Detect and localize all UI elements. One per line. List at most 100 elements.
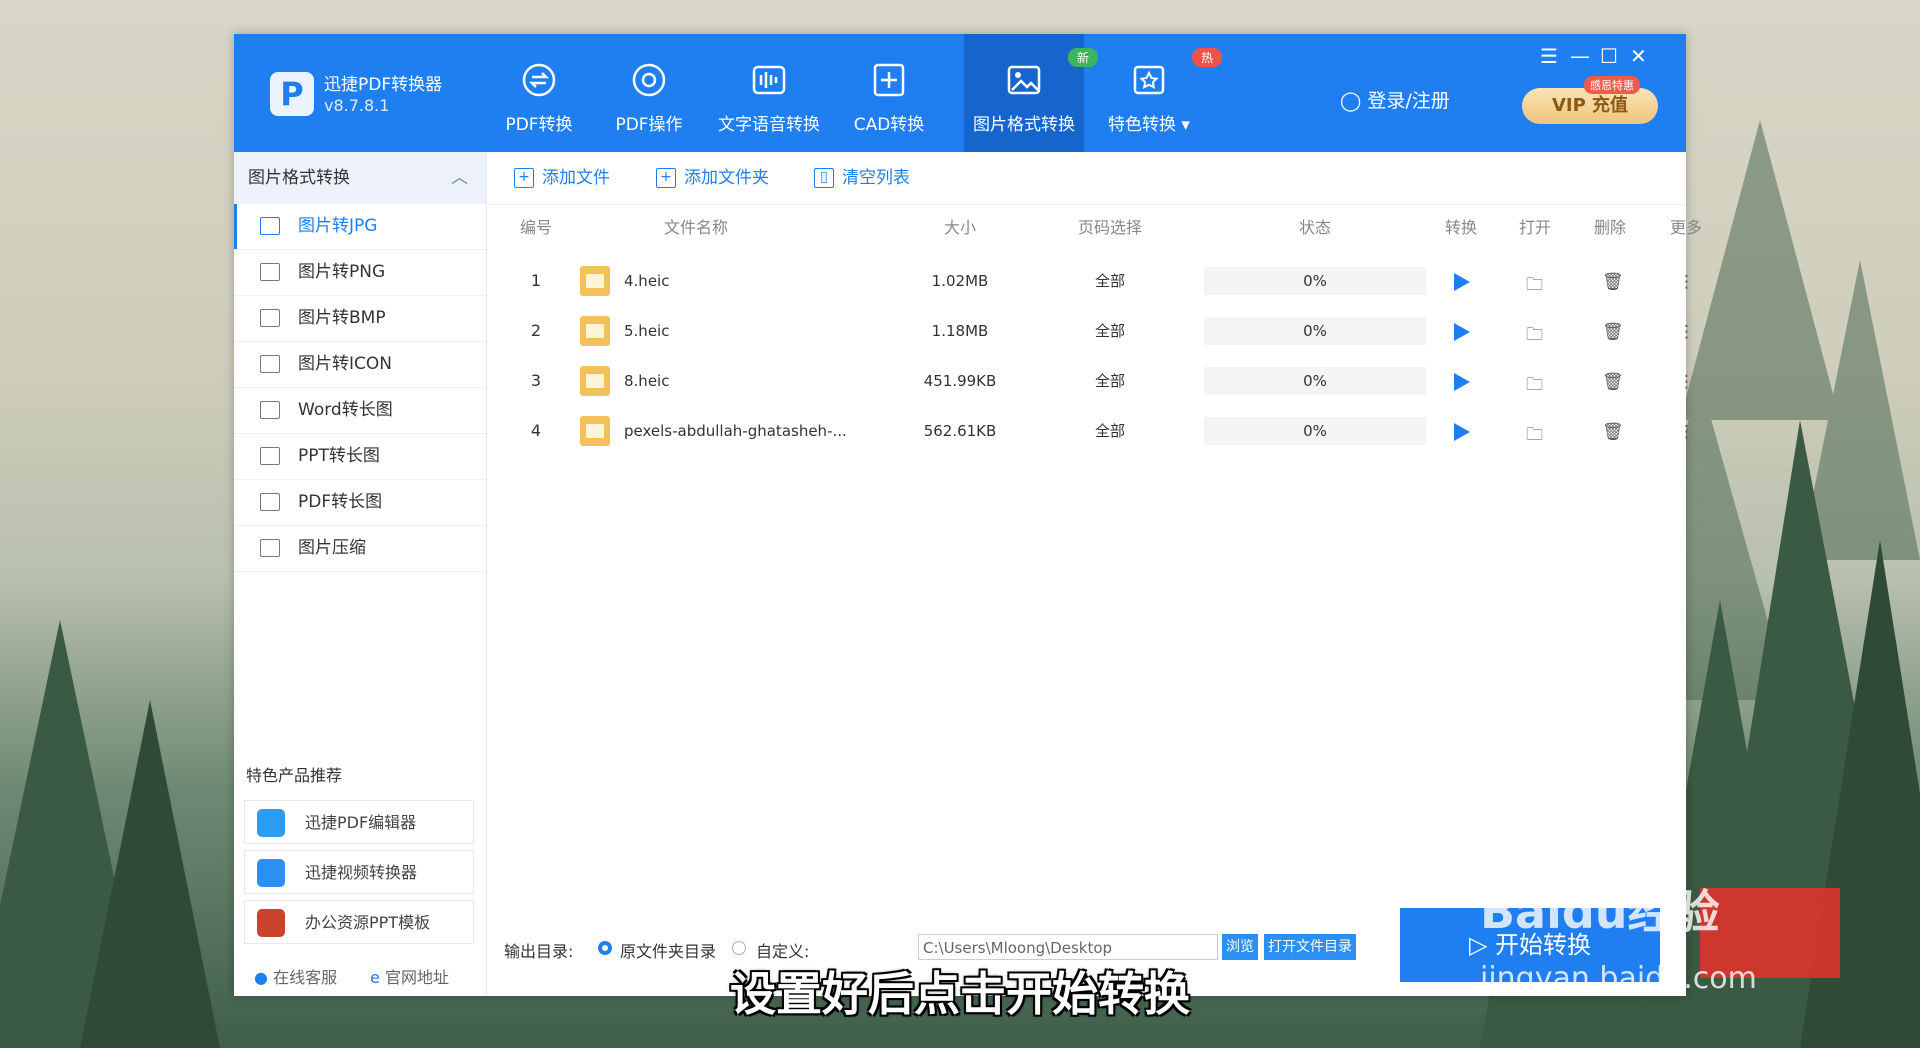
sidebar-item-label: 图片转JPG [298,216,378,236]
sidebar-item-image-to-png[interactable]: 图片转PNG [234,250,486,296]
add-folder-button[interactable]: + 添加文件夹 [656,152,769,204]
promo-title: 特色产品推荐 [246,766,343,785]
play-convert-icon[interactable] [1454,273,1470,291]
more-icon[interactable]: ⋮ [1678,372,1695,392]
row-page-select[interactable]: 全部 [1050,406,1170,456]
table-row[interactable]: 2 5.heic 1.18MB 全部 0% 🗀 🗑 ⋮ [486,306,1695,356]
menu-icon[interactable]: ☰ [1540,44,1558,68]
open-directory-button[interactable]: 打开文件目录 [1264,934,1356,960]
delete-icon[interactable]: 🗑 [1602,272,1624,292]
nav-pdf-operate[interactable]: PDF操作 [594,34,704,152]
play-convert-icon[interactable] [1454,423,1470,441]
folder-open-icon[interactable]: 🗀 [1526,322,1543,351]
sidebar-title: 图片格式转换 [248,168,350,188]
row-page-select[interactable]: 全部 [1050,356,1170,406]
sidebar-item-image-compress[interactable]: 图片压缩 [234,526,486,572]
folder-open-icon[interactable]: 🗀 [1526,272,1543,301]
nav-voice-convert[interactable]: 文字语音转换 [704,34,834,152]
sidebar: 图片格式转换 ︿ 图片转JPG 图片转PNG 图片转BMP 图片转ICON Wor… [234,152,487,996]
table-row[interactable]: 3 8.heic 451.99KB 全部 0% 🗀 🗑 ⋮ [486,356,1695,406]
video-subtitle: 设置好后点击开始转换 [730,967,1190,1021]
sidebar-item-label: PDF转长图 [298,492,383,512]
more-icon[interactable]: ⋮ [1678,322,1695,342]
sidebar-header[interactable]: 图片格式转换 ︿ [234,152,486,204]
minimize-icon[interactable]: — [1570,44,1590,68]
row-page-select[interactable]: 全部 [1050,256,1170,306]
row-filename: pexels-abdullah-ghatasheh-... [624,422,847,440]
login-link[interactable]: ◯ 登录/注册 [1340,86,1450,113]
trash-icon: ▯ [814,168,834,188]
col-number: 编号 [519,218,552,237]
row-filename: 8.heic [624,372,670,390]
close-icon[interactable]: ✕ [1630,44,1647,68]
radio-original-folder[interactable] [598,941,612,955]
nav-label: 特色转换 ▾ [1094,110,1204,135]
row-page-select[interactable]: 全部 [1050,306,1170,356]
sidebar-item-image-to-bmp[interactable]: 图片转BMP [234,296,486,342]
table-row[interactable]: 1 4.heic 1.02MB 全部 0% 🗀 🗑 ⋮ [486,256,1695,306]
sidebar-item-label: PPT转长图 [298,446,380,466]
app-window: P 迅捷PDF转换器 v8.7.8.1 PDF转换 PDF操作 文字语音转换 C… [234,34,1702,996]
pdf-file-icon [260,493,280,511]
col-status: 状态 [1298,218,1331,237]
play-convert-icon[interactable] [1454,373,1470,391]
image-file-icon [580,366,610,396]
sidebar-item-image-to-jpg[interactable]: 图片转JPG [234,204,486,250]
folder-open-icon[interactable]: 🗀 [1526,422,1543,451]
sidebar-item-ppt-to-long-image[interactable]: PPT转长图 [234,434,486,480]
app-name: 迅捷PDF转换器 [324,75,443,95]
nav-special-convert[interactable]: 特色转换 ▾ [1094,34,1204,152]
user-icon: ◯ [1340,90,1362,112]
add-folder-icon: + [656,168,676,188]
table-header: 编号 文件名称 大小 页码选择 状态 转换 打开 删除 更多 [486,204,1702,252]
voice-wave-icon [752,65,786,95]
sidebar-item-pdf-to-long-image[interactable]: PDF转长图 [234,480,486,526]
toolbar: + 添加文件 + 添加文件夹 ▯ 清空列表 [486,152,1686,205]
browse-button[interactable]: 浏览 [1222,934,1258,960]
row-number: 2 [530,321,542,340]
promo-video-converter[interactable]: 迅捷视频转换器 [244,850,474,894]
cad-icon [873,63,905,97]
sidebar-item-label: 图片压缩 [298,538,366,558]
row-filename: 4.heic [624,272,670,290]
promo-ppt-templates[interactable]: 办公资源PPT模板 [244,900,474,944]
image-file-icon [260,309,280,327]
row-filename: 5.heic [624,322,670,340]
promo-pdf-editor[interactable]: 迅捷PDF编辑器 [244,800,474,844]
nav-pdf-convert[interactable]: PDF转换 [484,34,594,152]
chevron-up-icon[interactable]: ︿ [451,152,468,204]
image-file-icon [580,316,610,346]
clear-list-button[interactable]: ▯ 清空列表 [814,152,910,204]
nav-cad-convert[interactable]: CAD转换 [834,34,944,152]
row-status-progress: 0% [1204,317,1426,345]
more-icon[interactable]: ⋮ [1678,272,1695,292]
output-path-field[interactable]: C:\Users\Mloong\Desktop [918,934,1218,960]
add-file-button[interactable]: + 添加文件 [514,152,610,204]
sidebar-item-word-to-long-image[interactable]: Word转长图 [234,388,486,434]
dropdown-caret-icon[interactable]: ▾ [1181,115,1190,135]
maximize-icon[interactable]: ☐ [1600,44,1618,68]
radio-custom-folder[interactable] [732,941,746,955]
delete-icon[interactable]: 🗑 [1602,372,1624,392]
clear-list-label: 清空列表 [842,168,910,188]
pdf-convert-icon [522,63,556,97]
ppt-template-icon [257,909,285,937]
table-row[interactable]: 4 pexels-abdullah-ghatasheh-... 562.61KB… [486,406,1695,456]
col-delete: 删除 [1593,218,1626,237]
word-file-icon [260,401,280,419]
delete-icon[interactable]: 🗑 [1602,422,1624,442]
star-icon [1133,65,1165,95]
play-convert-icon[interactable] [1454,323,1470,341]
sidebar-item-label: 图片转ICON [298,354,392,374]
col-open: 打开 [1518,218,1551,237]
row-size: 451.99KB [923,372,997,390]
sidebar-item-image-to-icon[interactable]: 图片转ICON [234,342,486,388]
row-number: 1 [530,271,542,290]
nav-image-convert[interactable]: 图片格式转换 [964,34,1084,152]
delete-icon[interactable]: 🗑 [1602,322,1624,342]
row-size: 562.61KB [923,422,997,440]
more-icon[interactable]: ⋮ [1678,422,1695,442]
folder-open-icon[interactable]: 🗀 [1526,372,1543,401]
nav-label-text: 特色转换 [1108,115,1177,135]
sidebar-item-label: 图片转PNG [298,262,386,282]
